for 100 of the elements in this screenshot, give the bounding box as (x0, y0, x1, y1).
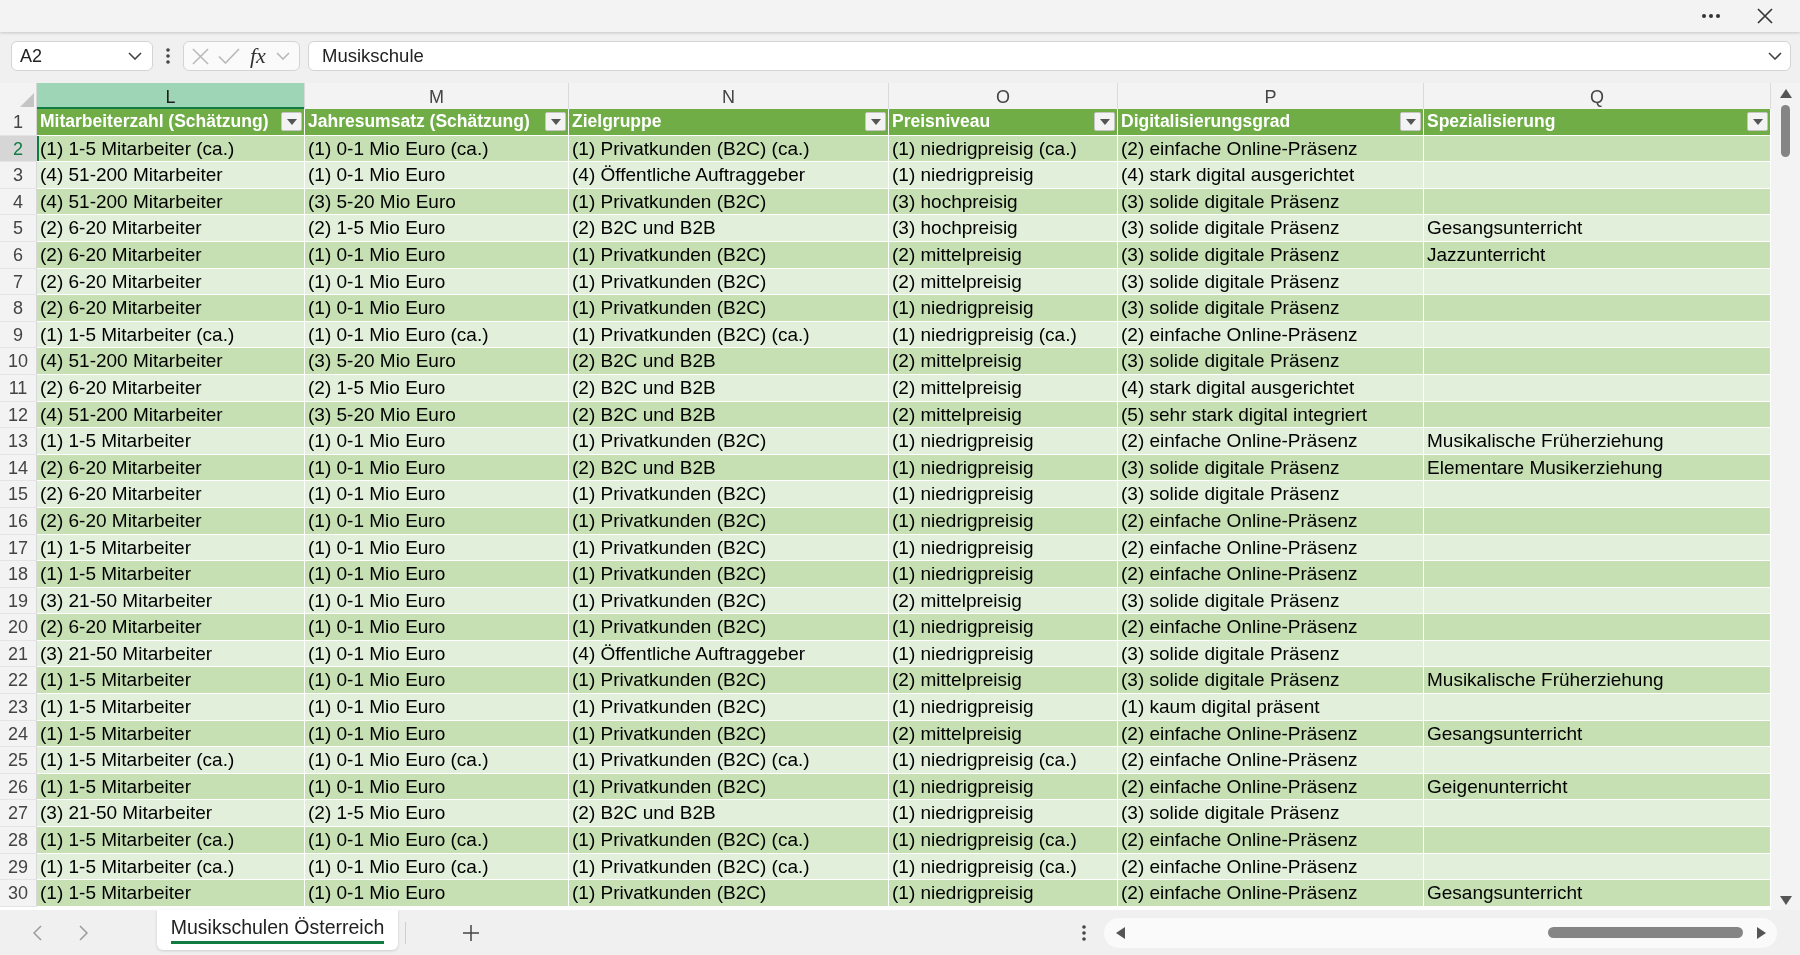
table-cell: (3) solide digitale Präsenz (1118, 215, 1424, 241)
table-cell: (1) niedrigpreisig (ca.) (889, 747, 1118, 773)
table-cell: (3) solide digitale Präsenz (1118, 587, 1424, 614)
table-cell: (3) solide digitale Präsenz (1118, 481, 1424, 507)
row-header[interactable]: 18 (0, 561, 37, 588)
row-header[interactable]: 19 (0, 587, 37, 615)
caret-down-icon (286, 118, 297, 125)
more-vertical-icon[interactable] (1082, 924, 1086, 941)
chevron-down-icon[interactable] (1768, 52, 1782, 60)
table-cell: (4) 51-200 Mitarbeiter (37, 162, 305, 188)
table-cell: (4) 51-200 Mitarbeiter (37, 401, 305, 428)
filter-button[interactable] (865, 112, 886, 132)
scrollbar-thumb[interactable] (1781, 105, 1790, 157)
table-cell: (1) niedrigpreisig (889, 640, 1118, 667)
table-cell: (2) 6-20 Mitarbeiter (37, 215, 305, 241)
row-header[interactable]: 30 (0, 880, 37, 907)
table-cell: (1) 0-1 Mio Euro (305, 587, 569, 614)
insert-function-button[interactable]: fx (249, 44, 267, 68)
scroll-left-arrow-icon[interactable] (1116, 926, 1125, 939)
row-header[interactable]: 12 (0, 401, 37, 429)
row-header[interactable]: 21 (0, 640, 37, 668)
plus-icon[interactable] (463, 924, 479, 941)
table-cell: (2) mittelpreisig (889, 667, 1118, 694)
more-vertical-icon[interactable] (166, 48, 170, 64)
caret-down-icon (870, 118, 881, 125)
column-heading: Zielgruppe (572, 111, 662, 133)
table-cell: (1) niedrigpreisig (889, 880, 1118, 906)
row-header[interactable]: 16 (0, 507, 37, 535)
scroll-down-arrow-icon[interactable] (1779, 896, 1792, 905)
table-cell: (4) stark digital ausgerichtet (1118, 162, 1424, 188)
table-cell: (1) 1-5 Mitarbeiter (37, 534, 305, 561)
filter-button[interactable] (1400, 112, 1421, 132)
table-cell: (1) 1-5 Mitarbeiter (37, 667, 305, 694)
scrollbar-thumb[interactable] (1548, 927, 1743, 938)
row-header[interactable]: 22 (0, 667, 37, 695)
table-cell: (1) Privatkunden (B2C) (569, 614, 889, 640)
table-cell: (1) 0-1 Mio Euro (ca.) (305, 135, 569, 162)
row-header[interactable]: 3 (0, 162, 37, 189)
table-cell: (1) Privatkunden (B2C) (ca.) (569, 747, 889, 773)
row-header[interactable]: 1 (0, 109, 37, 136)
table-cell: (2) einfache Online-Präsenz (1118, 773, 1424, 800)
table-cell: (1) 1-5 Mitarbeiter (37, 720, 305, 747)
table-cell: (1) Privatkunden (B2C) (ca.) (569, 135, 889, 162)
table-cell: (2) 6-20 Mitarbeiter (37, 481, 305, 507)
formula-input[interactable]: Musikschule (308, 41, 1791, 71)
filter-button[interactable] (545, 112, 566, 132)
table-cell: (1) niedrigpreisig (889, 295, 1118, 321)
close-icon[interactable] (1757, 8, 1773, 24)
row-header[interactable]: 20 (0, 614, 37, 641)
table-cell: (1) Privatkunden (B2C) (569, 188, 889, 215)
row-header[interactable]: 28 (0, 827, 37, 854)
row-header[interactable]: 10 (0, 348, 37, 375)
row-header[interactable]: 7 (0, 268, 37, 296)
table-cell: (3) 21-50 Mitarbeiter (37, 587, 305, 614)
row-header[interactable]: 13 (0, 428, 37, 455)
row-header[interactable]: 26 (0, 773, 37, 801)
filter-button[interactable] (1747, 112, 1768, 132)
more-icon[interactable] (1702, 14, 1720, 18)
row-header[interactable]: 4 (0, 188, 37, 216)
row-header[interactable]: 9 (0, 321, 37, 349)
table-cell: (3) 21-50 Mitarbeiter (37, 640, 305, 667)
chevron-down-icon[interactable] (128, 52, 142, 60)
table-cell: (1) niedrigpreisig (889, 561, 1118, 587)
table-cell: (2) B2C und B2B (569, 215, 889, 241)
table-cell: (2) mittelpreisig (889, 241, 1118, 268)
table-cell: (2) 6-20 Mitarbeiter (37, 507, 305, 534)
row-header[interactable]: 2 (0, 135, 37, 163)
row-header[interactable]: 27 (0, 800, 37, 828)
row-header[interactable]: 25 (0, 747, 37, 774)
scroll-right-arrow-icon[interactable] (1757, 926, 1766, 939)
row-header[interactable]: 15 (0, 481, 37, 508)
row-header[interactable]: 14 (0, 454, 37, 482)
table-cell: (1) 1-5 Mitarbeiter (ca.) (37, 135, 305, 162)
filter-button[interactable] (281, 112, 302, 132)
table-cell: (2) 1-5 Mio Euro (305, 374, 569, 401)
row-header[interactable]: 17 (0, 534, 37, 562)
table-cell: (1) 1-5 Mitarbeiter (37, 428, 305, 454)
row-header[interactable]: 6 (0, 241, 37, 269)
table-cell: (1) 0-1 Mio Euro (305, 268, 569, 295)
table-cell: (1) 0-1 Mio Euro (305, 880, 569, 906)
table-cell: (1) 0-1 Mio Euro (305, 720, 569, 747)
scroll-up-arrow-icon[interactable] (1779, 89, 1792, 98)
name-box[interactable]: A2 (11, 41, 153, 71)
column-header[interactable]: L (37, 83, 305, 109)
row-header[interactable]: 8 (0, 295, 37, 322)
table-cell: (1) Privatkunden (B2C) (569, 428, 889, 454)
table-cell: (2) B2C und B2B (569, 800, 889, 827)
row-header[interactable]: 24 (0, 720, 37, 748)
row-header[interactable]: 11 (0, 374, 37, 402)
row-header[interactable]: 29 (0, 853, 37, 881)
table-cell: (1) Privatkunden (B2C) (569, 880, 889, 906)
table-cell: (1) 1-5 Mitarbeiter (37, 773, 305, 800)
table-cell: (2) mittelpreisig (889, 720, 1118, 747)
row-header[interactable]: 23 (0, 694, 37, 721)
row-header[interactable]: 5 (0, 215, 37, 242)
table-cell: (2) mittelpreisig (889, 348, 1118, 374)
filter-button[interactable] (1094, 112, 1115, 132)
table-cell: (1) 0-1 Mio Euro (305, 694, 569, 720)
sheet-tab[interactable]: Musikschulen Österreich (157, 910, 398, 950)
table-cell: (1) 1-5 Mitarbeiter (ca.) (37, 747, 305, 773)
